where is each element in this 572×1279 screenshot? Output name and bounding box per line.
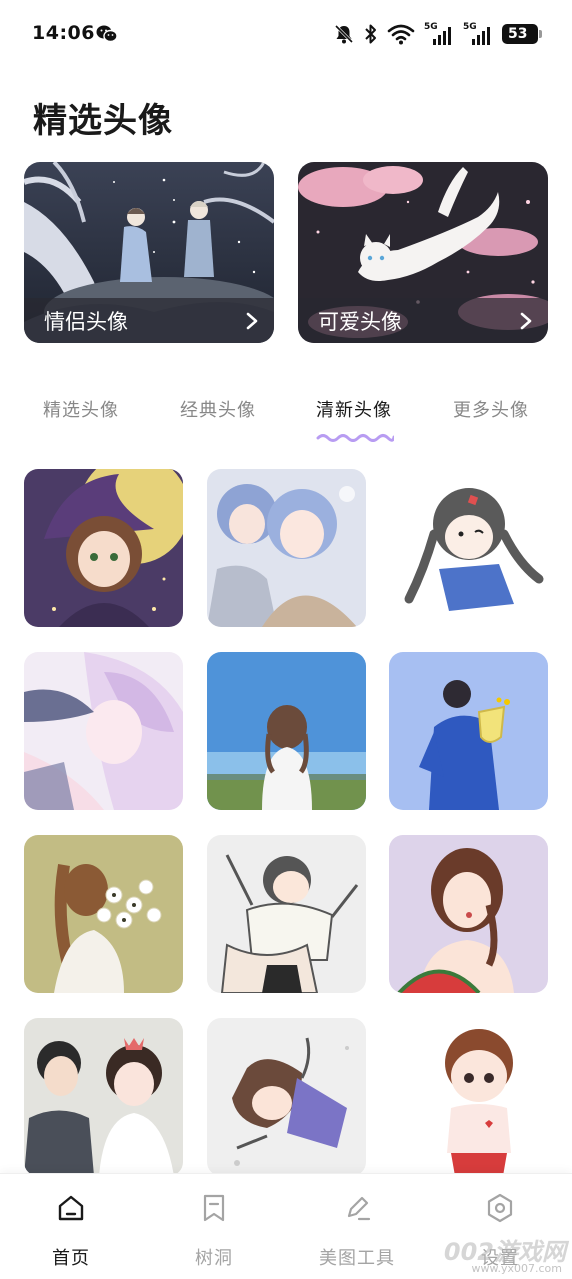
- avatar-tile[interactable]: [389, 1018, 548, 1174]
- featured-card-bar: 情侣头像: [24, 298, 274, 343]
- avatar-tile[interactable]: [24, 652, 183, 810]
- avatar-tile[interactable]: [24, 835, 183, 993]
- category-tabs: 精选头像 经典头像 清新头像 更多头像: [0, 390, 572, 450]
- featured-card-label: 情侣头像: [44, 309, 128, 334]
- watermark-url: www.yx007.com: [471, 1262, 562, 1275]
- wedding-couple-avatar: [24, 1018, 183, 1174]
- lying-girl-avatar: [207, 1018, 366, 1174]
- cellular-signal-2: 5G: [463, 22, 493, 46]
- avatar-tile[interactable]: [207, 469, 366, 627]
- wechat-icon: [96, 25, 118, 43]
- tab-classic[interactable]: 经典头像: [158, 396, 278, 422]
- chibi-boy-avatar: [389, 1018, 548, 1174]
- avatar-tile[interactable]: [24, 1018, 183, 1174]
- avatar-tile[interactable]: [207, 1018, 366, 1174]
- page-title: 精选头像: [33, 101, 173, 141]
- settings-icon: [487, 1193, 513, 1223]
- featured-card-cute[interactable]: 可爱头像: [298, 162, 548, 343]
- chevron-right-icon: [246, 312, 258, 329]
- avatar-tile[interactable]: [207, 835, 366, 993]
- avatar-tile[interactable]: [207, 652, 366, 810]
- girl-flowers-avatar: [24, 835, 183, 993]
- status-icons: 5G 5G 53: [333, 20, 542, 48]
- pen-icon: [347, 1196, 371, 1221]
- nav-label: 美图工具: [319, 1248, 395, 1269]
- wifi-icon: [387, 24, 415, 45]
- lavender-couple-avatar: [24, 652, 183, 810]
- battery-indicator: 53: [502, 24, 542, 44]
- avatar-tile[interactable]: [389, 835, 548, 993]
- chevron-right-icon: [520, 312, 532, 329]
- nav-treehole[interactable]: 树洞: [154, 1174, 274, 1279]
- anime-friends-avatar: [207, 469, 366, 627]
- nav-label: 首页: [52, 1248, 90, 1269]
- status-time: 14:06: [32, 22, 95, 44]
- nav-label: 树洞: [195, 1248, 233, 1269]
- featured-card-bar: 可爱头像: [298, 298, 548, 343]
- featured-card-label: 可爱头像: [318, 309, 402, 334]
- status-bar: 14:06 5G 5G 53: [0, 0, 572, 70]
- braided-girl-avatar: [389, 469, 548, 627]
- watermelon-girl-avatar: [389, 835, 548, 993]
- battery-level: 53: [508, 26, 528, 42]
- tab-featured[interactable]: 精选头像: [21, 396, 141, 422]
- witch-girl-avatar: [24, 469, 183, 627]
- mute-bell-icon: [334, 24, 354, 44]
- cellular-signal-1: 5G: [424, 22, 454, 46]
- nav-home[interactable]: 首页: [11, 1174, 131, 1279]
- active-tab-indicator: [316, 434, 394, 442]
- avatar-grid: [24, 469, 548, 1174]
- featured-card-couple[interactable]: 情侣头像: [24, 162, 274, 343]
- tab-more[interactable]: 更多头像: [431, 396, 551, 422]
- bookmark-icon: [203, 1194, 225, 1222]
- avatar-tile[interactable]: [389, 652, 548, 810]
- hugging-couple-avatar: [207, 835, 366, 993]
- flower-bag-avatar: [389, 652, 548, 810]
- nav-photo-tools[interactable]: 美图工具: [297, 1174, 417, 1279]
- avatar-tile[interactable]: [24, 469, 183, 627]
- girl-back-sky-avatar: [207, 652, 366, 810]
- tab-fresh[interactable]: 清新头像: [294, 396, 414, 422]
- avatar-tile[interactable]: [389, 469, 548, 627]
- bluetooth-icon: [365, 24, 376, 44]
- home-icon: [58, 1195, 84, 1221]
